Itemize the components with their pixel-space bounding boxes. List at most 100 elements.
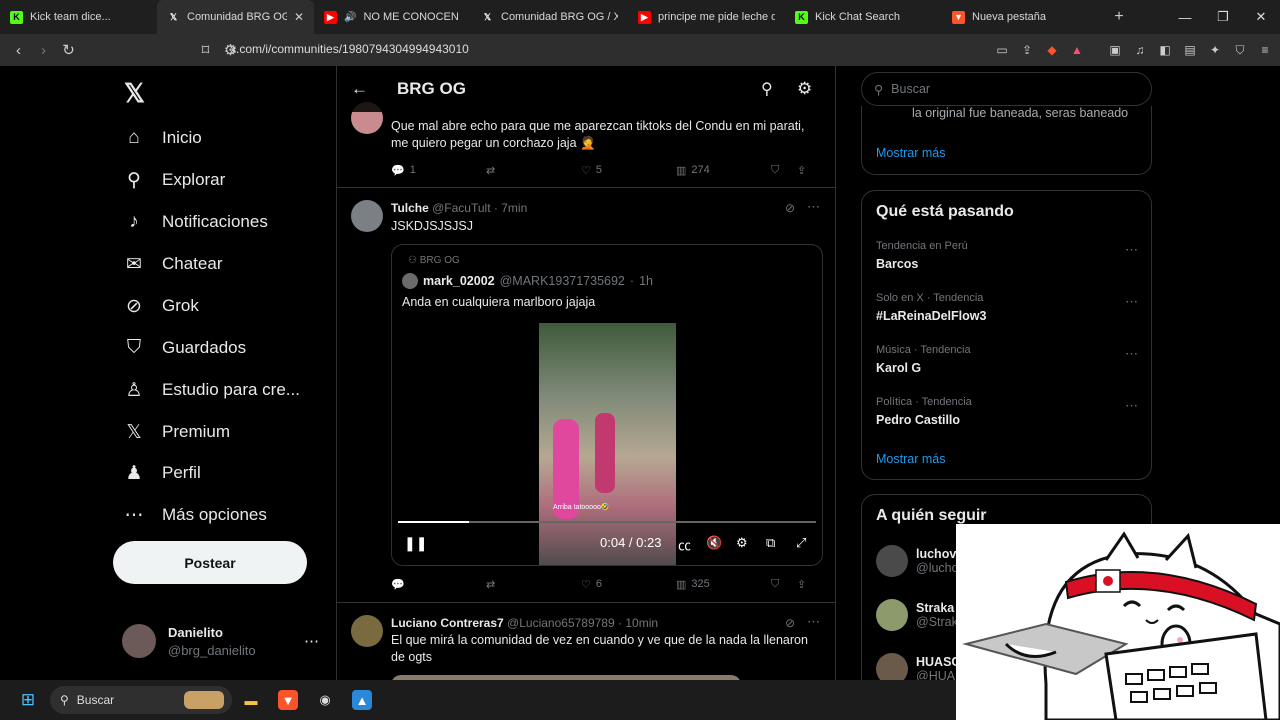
nav-item-explore[interactable]: ⚲ Explorar: [122, 168, 225, 192]
show-more-link[interactable]: Mostrar más: [876, 452, 945, 466]
trend-item[interactable]: Política · Tendencia Pedro Castillo ⋯: [876, 396, 1138, 427]
like-button[interactable]: ♡ 6: [581, 578, 676, 591]
music-icon[interactable]: ♫: [1133, 43, 1147, 57]
kick-icon: K: [795, 10, 808, 24]
reply-button[interactable]: 💬: [391, 578, 486, 591]
bookmark-button[interactable]: ⛉: [771, 164, 797, 177]
restore-icon[interactable]: ❐: [1204, 0, 1242, 34]
speaker-icon[interactable]: 🔊: [344, 12, 356, 23]
more-icon[interactable]: ⋯: [1125, 242, 1138, 258]
avatar[interactable]: [351, 615, 383, 647]
leo-icon[interactable]: ✦: [1208, 43, 1222, 57]
views-button[interactable]: ▥ 325: [676, 578, 771, 591]
back-arrow-icon[interactable]: ←: [351, 79, 368, 99]
follow-suggestion[interactable]: Straka @Strak: [876, 599, 958, 631]
more-icon[interactable]: ⋯: [1125, 398, 1138, 414]
quoted-post[interactable]: ⚇ BRG OG mark_02002 @MARK19371735692 · 1…: [391, 244, 823, 566]
more-icon[interactable]: ⋯: [807, 199, 820, 215]
url-field[interactable]: x.com/i/communities/1980794304994943010: [230, 42, 469, 56]
brave-shield-icon[interactable]: ◆: [1045, 43, 1059, 57]
share-button[interactable]: ⇪: [797, 164, 806, 177]
show-more-link[interactable]: Mostrar más: [876, 146, 945, 160]
grok-icon[interactable]: ⊘: [785, 616, 795, 630]
nav-item-home[interactable]: ⌂ Inicio: [122, 126, 201, 150]
app-icon[interactable]: ◉: [315, 690, 335, 710]
close-window-icon[interactable]: ✕: [1242, 0, 1280, 34]
brave-icon[interactable]: ▼: [278, 690, 298, 710]
back-icon[interactable]: ‹: [6, 42, 31, 59]
nav-item-notifications[interactable]: ♪ Notificaciones: [122, 210, 268, 234]
nav-item-chat[interactable]: ✉ Chatear: [122, 252, 222, 276]
video-player[interactable]: Arriba tatooooo🤣 ❚❚ 0:04 / 0:23 ㏄ 🔇 ⚙ ⧉ …: [392, 323, 822, 565]
reply-button[interactable]: 💬 1: [391, 164, 486, 177]
browser-tab-active[interactable]: 𝕏 Comunidad BRG OG / ✕: [157, 0, 314, 34]
post[interactable]: Luciano Contreras7 @Luciano65789789 · 10…: [337, 603, 835, 680]
taskbar-search[interactable]: ⚲ Buscar: [50, 686, 232, 714]
wallet-icon[interactable]: ▤: [1183, 43, 1197, 57]
x-icon: 𝕏: [169, 11, 178, 22]
post-button[interactable]: Postear: [113, 541, 307, 584]
minimize-icon[interactable]: —: [1166, 0, 1204, 34]
cast-icon[interactable]: ▭: [995, 43, 1009, 57]
captions-icon[interactable]: ㏄: [678, 535, 691, 554]
forward-icon[interactable]: ›: [31, 42, 56, 59]
bookmark-page-icon[interactable]: ⌑: [193, 41, 218, 59]
x-logo-icon[interactable]: 𝕏: [124, 78, 145, 109]
nav-item-premium[interactable]: 𝕏 Premium: [122, 420, 230, 444]
fullscreen-icon[interactable]: ⤢: [796, 535, 806, 551]
gear-icon[interactable]: ⚙: [797, 79, 812, 99]
nav-item-bookmarks[interactable]: ⛉ Guardados: [122, 336, 246, 360]
more-icon[interactable]: ⋯: [1125, 294, 1138, 310]
post[interactable]: Tulche @FacuTult · 7min ⊘ ⋯ JSKDJSJSJSJ …: [337, 188, 835, 603]
more-icon[interactable]: ⋯: [807, 614, 820, 630]
more-icon[interactable]: ⋯: [304, 632, 319, 650]
photos-icon[interactable]: ▲: [352, 690, 372, 710]
settings-icon[interactable]: ⚙: [736, 535, 748, 551]
browser-tab[interactable]: K Kick team dice...: [0, 0, 157, 34]
browser-tab[interactable]: ▼ Nueva pestaña: [942, 0, 1099, 34]
reload-icon[interactable]: ↻: [56, 41, 81, 59]
browser-tab[interactable]: ▶ principe me pide leche dn: [628, 0, 785, 34]
browser-tab[interactable]: 𝕏 Comunidad BRG OG / X: [471, 0, 628, 34]
file-explorer-icon[interactable]: ▬: [241, 690, 261, 710]
vpn-icon[interactable]: ⛉: [1233, 43, 1247, 57]
account-switcher[interactable]: Danielito @brg_danielito ⋯: [122, 624, 319, 658]
retweet-button[interactable]: ⇄: [486, 578, 581, 591]
views-button[interactable]: ▥ 274: [676, 164, 771, 177]
search-icon[interactable]: ⚲: [761, 79, 773, 99]
sidebar-icon[interactable]: ▣: [1108, 43, 1122, 57]
more-icon[interactable]: ⋯: [1125, 346, 1138, 362]
video-progress-bar[interactable]: [398, 521, 816, 523]
browser-tab[interactable]: K Kick Chat Search: [785, 0, 942, 34]
close-tab-icon[interactable]: ✕: [294, 10, 304, 24]
bookmark-button[interactable]: ⛉: [771, 578, 797, 591]
rewards-icon[interactable]: ▲: [1070, 43, 1084, 57]
avatar[interactable]: [351, 200, 383, 232]
menu-icon[interactable]: ≡: [1258, 43, 1272, 57]
nav-item-more[interactable]: ⋯ Más opciones: [122, 503, 267, 527]
trend-item[interactable]: Solo en X · Tendencia #LaReinaDelFlow3 ⋯: [876, 292, 1138, 323]
panel-icon[interactable]: ◧: [1158, 43, 1172, 57]
new-tab-button[interactable]: +: [1099, 8, 1139, 26]
search-input[interactable]: ⚲ Buscar: [861, 72, 1152, 106]
windows-start-icon[interactable]: ⊞: [18, 690, 38, 710]
trend-item[interactable]: Música · Tendencia Karol G ⋯: [876, 344, 1138, 375]
grok-icon[interactable]: ⊘: [785, 201, 795, 215]
share-icon[interactable]: ⇪: [1020, 43, 1034, 57]
share-button[interactable]: ⇪: [797, 578, 806, 591]
trend-item[interactable]: Tendencia en Perú Barcos ⋯: [876, 240, 1138, 271]
tab-bar: K Kick team dice... 𝕏 Comunidad BRG OG / ✕ …: [0, 0, 1280, 34]
nav-item-grok[interactable]: ⊘ Grok: [122, 294, 199, 318]
like-button[interactable]: ♡ 5: [581, 164, 676, 177]
video-frame[interactable]: Arriba tatooooo🤣: [539, 323, 676, 565]
nav-item-studio[interactable]: ♙ Estudio para cre...: [122, 378, 300, 402]
video-figure: [595, 413, 615, 493]
retweet-button[interactable]: ⇄: [486, 164, 581, 177]
nav-item-profile[interactable]: ♟ Perfil: [122, 461, 200, 485]
mute-icon[interactable]: 🔇: [706, 535, 722, 551]
video-progress-fill: [398, 521, 470, 523]
follow-suggestion[interactable]: luchov @lucho: [876, 545, 959, 577]
browser-tab[interactable]: ▶🔊NO ME CONOCEN (RE: [314, 0, 471, 34]
pip-icon[interactable]: ⧉: [766, 535, 775, 551]
pause-icon[interactable]: ❚❚: [404, 535, 427, 552]
